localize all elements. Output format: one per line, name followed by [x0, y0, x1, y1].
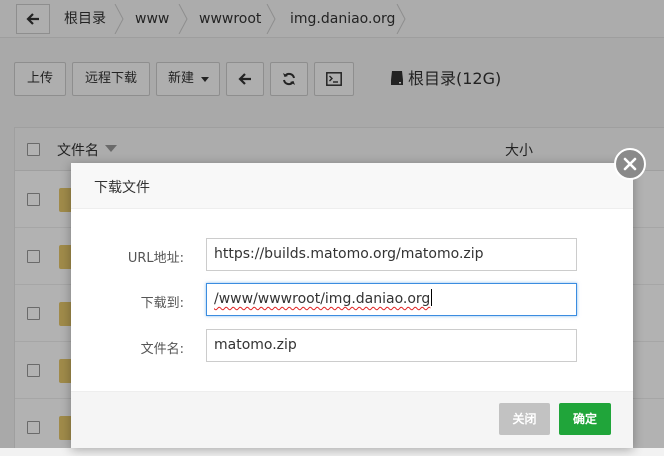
dialog-title: 下载文件	[94, 180, 150, 196]
close-button[interactable]: 关闭	[499, 403, 550, 435]
confirm-button[interactable]: 确定	[559, 403, 611, 435]
url-input[interactable]: https://builds.matomo.org/matomo.zip	[206, 238, 577, 271]
download-to-label: 下载到:	[140, 296, 184, 311]
filename-input[interactable]: matomo.zip	[206, 329, 577, 362]
text-caret	[431, 289, 433, 306]
dialog-footer: 关闭 确定	[71, 391, 633, 448]
download-path-value: /www/wwwroot/img.daniao.org	[214, 291, 431, 307]
close-icon	[623, 157, 637, 171]
url-label: URL地址:	[127, 251, 184, 266]
dialog-close-button[interactable]	[614, 148, 646, 180]
download-file-dialog: 下载文件 URL地址: https://builds.matomo.org/ma…	[71, 163, 633, 448]
dialog-header: 下载文件	[71, 163, 633, 209]
filename-label: 文件名:	[140, 342, 184, 357]
download-path-input[interactable]: /www/wwwroot/img.daniao.org	[206, 283, 577, 316]
